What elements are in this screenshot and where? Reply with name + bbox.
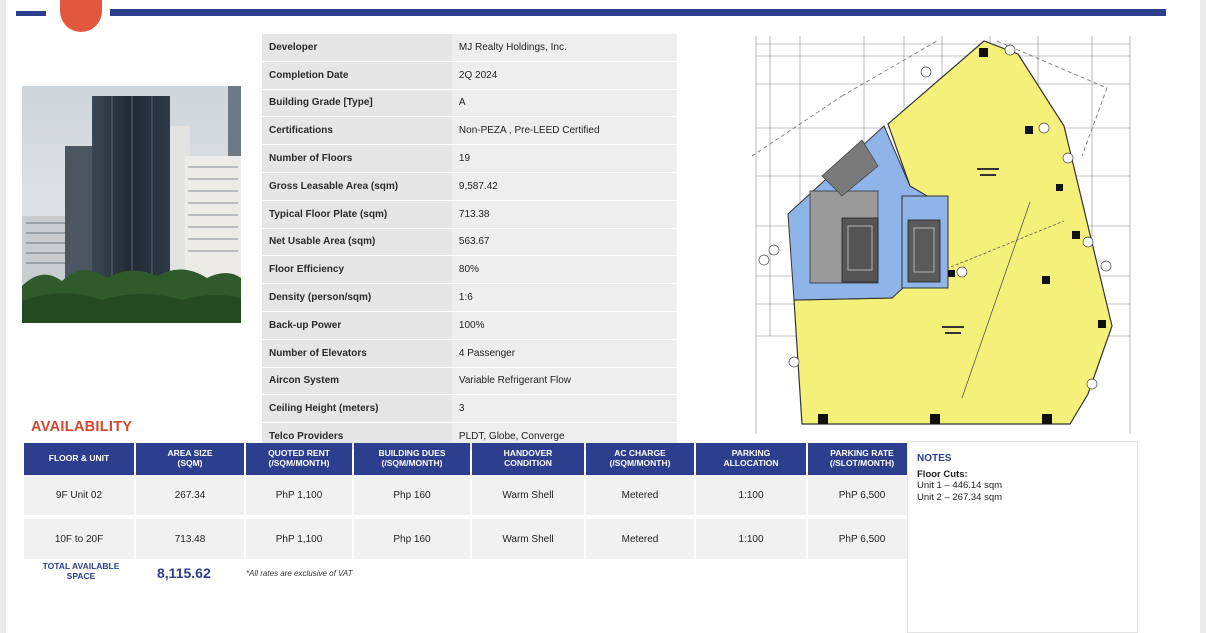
spec-label: Typical Floor Plate (sqm): [262, 200, 452, 229]
spec-label: Building Grade [Type]: [262, 89, 452, 118]
cell-parking-rate: PhP 6,500: [808, 519, 916, 559]
specs-row: Back-up Power 100%: [262, 311, 677, 340]
col-parking-rate: PARKING RATE (/slot/month): [808, 443, 916, 475]
cell-ac-charge: Metered: [586, 519, 694, 559]
cell-floor-unit: 10F to 20F: [24, 519, 134, 559]
table-row: 10F to 20F 713.48 PhP 1,100 Php 160 Warm…: [24, 519, 916, 559]
header-bar-left: [16, 11, 46, 16]
cell-parking-allocation: 1:100: [696, 519, 806, 559]
spec-value: 563.67: [451, 228, 677, 257]
spec-value: 80%: [451, 255, 677, 285]
spec-value: 1:6: [451, 283, 677, 312]
specs-row: Ceiling Height (meters) 3: [262, 394, 677, 424]
col-handover: HANDOVER CONDITION: [472, 443, 584, 475]
spec-label: Ceiling Height (meters): [262, 394, 452, 424]
notes-box: NOTES Floor Cuts: Unit 1 – 446.14 sqm Un…: [907, 441, 1138, 633]
specs-row: Typical Floor Plate (sqm) 713.38: [262, 200, 677, 229]
header-bar: [110, 9, 1166, 16]
spec-value: Non-PEZA , Pre-LEED Certified: [451, 116, 677, 146]
spec-value: 713.38: [451, 200, 677, 229]
specs-row: Certifications Non-PEZA , Pre-LEED Certif…: [262, 116, 677, 146]
col-building-dues: BUILDING DUES (/sqm/month): [354, 443, 470, 475]
cell-ac-charge: Metered: [586, 475, 694, 515]
specs-row: Number of Floors 19: [262, 144, 677, 173]
cell-quoted-rent: PhP 1,100: [246, 475, 352, 515]
total-available-label: TOTAL AVAILABLE SPACE: [42, 561, 120, 582]
notes-heading: Floor Cuts:: [917, 469, 968, 480]
cell-parking-rate: PhP 6,500: [808, 475, 916, 515]
notes-title: NOTES: [917, 453, 952, 464]
spec-label: Back-up Power: [262, 311, 452, 340]
spec-label: Developer: [262, 34, 452, 62]
table-row: 9F Unit 02 267.34 PhP 1,100 Php 160 Warm…: [24, 475, 916, 515]
notes-line: Unit 2 – 267.34 sqm: [917, 491, 1003, 503]
spec-label: Completion Date: [262, 61, 452, 90]
spec-value: 9,587.42: [451, 172, 677, 201]
vat-note: *All rates are exclusive of VAT: [246, 569, 353, 578]
specs-row: Building Grade [Type] A: [262, 89, 677, 118]
total-available-value: 8,115.62: [157, 565, 211, 581]
spec-label: Floor Efficiency: [262, 255, 452, 285]
notes-line: Unit 1 – 446.14 sqm: [917, 480, 1003, 491]
specs-row: Density (person/sqm) 1:6: [262, 283, 677, 312]
col-ac-charge: AC CHARGE (/sqm/month): [586, 443, 694, 475]
spec-value: Variable Refrigerant Flow: [451, 367, 677, 396]
cell-handover: Warm Shell: [472, 475, 584, 515]
cell-floor-unit: 9F Unit 02: [24, 475, 134, 515]
spec-label: Number of Elevators: [262, 339, 452, 368]
cell-area-size: 713.48: [136, 519, 244, 559]
availability-table: FLOOR & UNIT AREA SIZE (SQM) QUOTED RENT(…: [22, 443, 918, 559]
specs-row: Number of Elevators 4 Passenger: [262, 339, 677, 368]
col-floor-unit: FLOOR & UNIT: [24, 443, 134, 475]
spec-value: MJ Realty Holdings, Inc.: [451, 34, 677, 62]
table-header-row: FLOOR & UNIT AREA SIZE (SQM) QUOTED RENT(…: [24, 443, 916, 475]
spec-label: Gross Leasable Area (sqm): [262, 172, 452, 201]
spec-value: 4 Passenger: [451, 339, 677, 368]
cell-area-size: 267.34: [136, 475, 244, 515]
cell-parking-allocation: 1:100: [696, 475, 806, 515]
col-quoted-rent: QUOTED RENT (/sqm/month): [246, 443, 352, 475]
cell-handover: Warm Shell: [472, 519, 584, 559]
specs-row: Developer MJ Realty Holdings, Inc.: [262, 34, 677, 62]
specs-row: Completion Date 2Q 2024: [262, 61, 677, 90]
spec-label: Number of Floors: [262, 144, 452, 173]
col-area-size: AREA SIZE (SQM): [136, 443, 244, 475]
floor-plan: [751, 36, 1134, 434]
specs-row: Gross Leasable Area (sqm) 9,587.42: [262, 172, 677, 201]
spec-label: Net Usable Area (sqm): [262, 228, 452, 257]
spec-label: Aircon System: [262, 367, 452, 396]
cell-building-dues: Php 160: [354, 519, 470, 559]
spec-value: 100%: [451, 311, 677, 340]
cell-quoted-rent: PhP 1,100: [246, 519, 352, 559]
spec-value: 3: [451, 394, 677, 424]
specs-row: Net Usable Area (sqm) 563.67: [262, 228, 677, 257]
cell-building-dues: Php 160: [354, 475, 470, 515]
spec-value: 19: [451, 144, 677, 173]
spec-value: 2Q 2024: [451, 61, 677, 90]
col-parking-allocation: PARKING ALLOCATION: [696, 443, 806, 475]
spec-value: A: [451, 89, 677, 118]
specs-row: Aircon System Variable Refrigerant Flow: [262, 367, 677, 396]
building-photo: [22, 86, 241, 323]
spec-label: Certifications: [262, 116, 452, 146]
specs-row: Floor Efficiency 80%: [262, 255, 677, 285]
spec-label: Density (person/sqm): [262, 283, 452, 312]
brand-circle: [60, 0, 102, 32]
availability-title: AVAILABILITY: [31, 419, 133, 435]
specs-table: Developer MJ Realty Holdings, Inc. Comple…: [262, 34, 677, 451]
